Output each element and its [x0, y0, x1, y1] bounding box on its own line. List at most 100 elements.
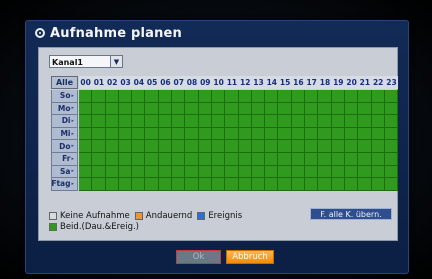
- schedule-slot[interactable]: [384, 140, 399, 153]
- schedule-slot[interactable]: [318, 165, 332, 179]
- schedule-slot[interactable]: [132, 178, 146, 191]
- schedule-slot[interactable]: [331, 90, 345, 103]
- schedule-slot[interactable]: [331, 102, 345, 116]
- schedule-slot[interactable]: [198, 152, 212, 166]
- schedule-slot[interactable]: [145, 165, 159, 179]
- schedule-slot[interactable]: [318, 115, 332, 128]
- schedule-slot[interactable]: [344, 115, 359, 128]
- schedule-slot[interactable]: [238, 178, 252, 191]
- hour-header-cell[interactable]: 20: [344, 76, 359, 89]
- schedule-slot[interactable]: [118, 115, 133, 128]
- schedule-slot[interactable]: [265, 178, 279, 191]
- schedule-slot[interactable]: [132, 115, 146, 128]
- schedule-slot[interactable]: [145, 115, 159, 128]
- hour-header-cell[interactable]: 18: [318, 76, 332, 89]
- schedule-slot[interactable]: [371, 178, 385, 191]
- hour-header-cell[interactable]: 01: [92, 76, 106, 89]
- schedule-slot[interactable]: [305, 102, 319, 116]
- schedule-slot[interactable]: [105, 115, 119, 128]
- hour-header-cell[interactable]: 08: [185, 76, 199, 89]
- schedule-slot[interactable]: [291, 127, 306, 141]
- schedule-slot[interactable]: [105, 152, 119, 166]
- schedule-slot[interactable]: [251, 102, 266, 116]
- schedule-slot[interactable]: [158, 140, 173, 153]
- schedule-slot[interactable]: [305, 178, 319, 191]
- schedule-slot[interactable]: [79, 90, 93, 103]
- schedule-slot[interactable]: [79, 152, 93, 166]
- schedule-slot[interactable]: [344, 127, 359, 141]
- schedule-slot[interactable]: [225, 102, 239, 116]
- schedule-slot[interactable]: [172, 102, 186, 116]
- schedule-slot[interactable]: [132, 140, 146, 153]
- schedule-slot[interactable]: [265, 165, 279, 179]
- schedule-slot[interactable]: [105, 102, 119, 116]
- schedule-slot[interactable]: [172, 90, 186, 103]
- schedule-slot[interactable]: [238, 127, 252, 141]
- day-label[interactable]: Mi ▸: [51, 127, 78, 141]
- schedule-slot[interactable]: [305, 152, 319, 166]
- schedule-slot[interactable]: [79, 115, 93, 128]
- schedule-slot[interactable]: [145, 102, 159, 116]
- schedule-slot[interactable]: [318, 178, 332, 191]
- schedule-slot[interactable]: [358, 140, 372, 153]
- schedule-slot[interactable]: [291, 90, 306, 103]
- schedule-slot[interactable]: [238, 102, 252, 116]
- schedule-slot[interactable]: [358, 165, 372, 179]
- schedule-slot[interactable]: [211, 165, 226, 179]
- day-label[interactable]: So ▸: [51, 90, 78, 103]
- schedule-slot[interactable]: [251, 165, 266, 179]
- schedule-slot[interactable]: [172, 127, 186, 141]
- schedule-slot[interactable]: [384, 165, 399, 179]
- schedule-slot[interactable]: [79, 102, 93, 116]
- schedule-slot[interactable]: [291, 115, 306, 128]
- hour-header-cell[interactable]: 22: [371, 76, 385, 89]
- schedule-slot[interactable]: [118, 140, 133, 153]
- schedule-slot[interactable]: [225, 178, 239, 191]
- schedule-slot[interactable]: [105, 178, 119, 191]
- schedule-slot[interactable]: [211, 127, 226, 141]
- schedule-slot[interactable]: [265, 127, 279, 141]
- schedule-slot[interactable]: [185, 165, 199, 179]
- hour-header-cell[interactable]: 13: [251, 76, 266, 89]
- schedule-slot[interactable]: [371, 102, 385, 116]
- schedule-slot[interactable]: [198, 90, 212, 103]
- schedule-slot[interactable]: [105, 127, 119, 141]
- schedule-slot[interactable]: [92, 90, 106, 103]
- schedule-slot[interactable]: [358, 90, 372, 103]
- schedule-slot[interactable]: [371, 127, 385, 141]
- schedule-slot[interactable]: [305, 165, 319, 179]
- day-label[interactable]: Do ▸: [51, 140, 78, 153]
- schedule-slot[interactable]: [145, 178, 159, 191]
- schedule-slot[interactable]: [105, 90, 119, 103]
- schedule-slot[interactable]: [118, 102, 133, 116]
- schedule-slot[interactable]: [318, 90, 332, 103]
- schedule-slot[interactable]: [265, 90, 279, 103]
- schedule-slot[interactable]: [265, 102, 279, 116]
- schedule-slot[interactable]: [344, 165, 359, 179]
- schedule-slot[interactable]: [132, 152, 146, 166]
- schedule-slot[interactable]: [172, 178, 186, 191]
- schedule-slot[interactable]: [358, 102, 372, 116]
- schedule-slot[interactable]: [331, 127, 345, 141]
- schedule-slot[interactable]: [211, 140, 226, 153]
- schedule-slot[interactable]: [291, 165, 306, 179]
- schedule-slot[interactable]: [305, 140, 319, 153]
- schedule-slot[interactable]: [158, 115, 173, 128]
- schedule-slot[interactable]: [225, 165, 239, 179]
- schedule-slot[interactable]: [305, 127, 319, 141]
- schedule-slot[interactable]: [118, 152, 133, 166]
- schedule-slot[interactable]: [251, 127, 266, 141]
- schedule-slot[interactable]: [225, 90, 239, 103]
- schedule-slot[interactable]: [265, 140, 279, 153]
- schedule-slot[interactable]: [291, 102, 306, 116]
- schedule-slot[interactable]: [238, 165, 252, 179]
- schedule-slot[interactable]: [291, 152, 306, 166]
- schedule-slot[interactable]: [278, 152, 292, 166]
- hour-header-cell[interactable]: 17: [305, 76, 319, 89]
- schedule-slot[interactable]: [371, 140, 385, 153]
- channel-select-value[interactable]: Kanal1: [49, 55, 111, 68]
- schedule-slot[interactable]: [291, 140, 306, 153]
- schedule-slot[interactable]: [225, 140, 239, 153]
- hour-header-cell[interactable]: 19: [331, 76, 345, 89]
- schedule-slot[interactable]: [344, 140, 359, 153]
